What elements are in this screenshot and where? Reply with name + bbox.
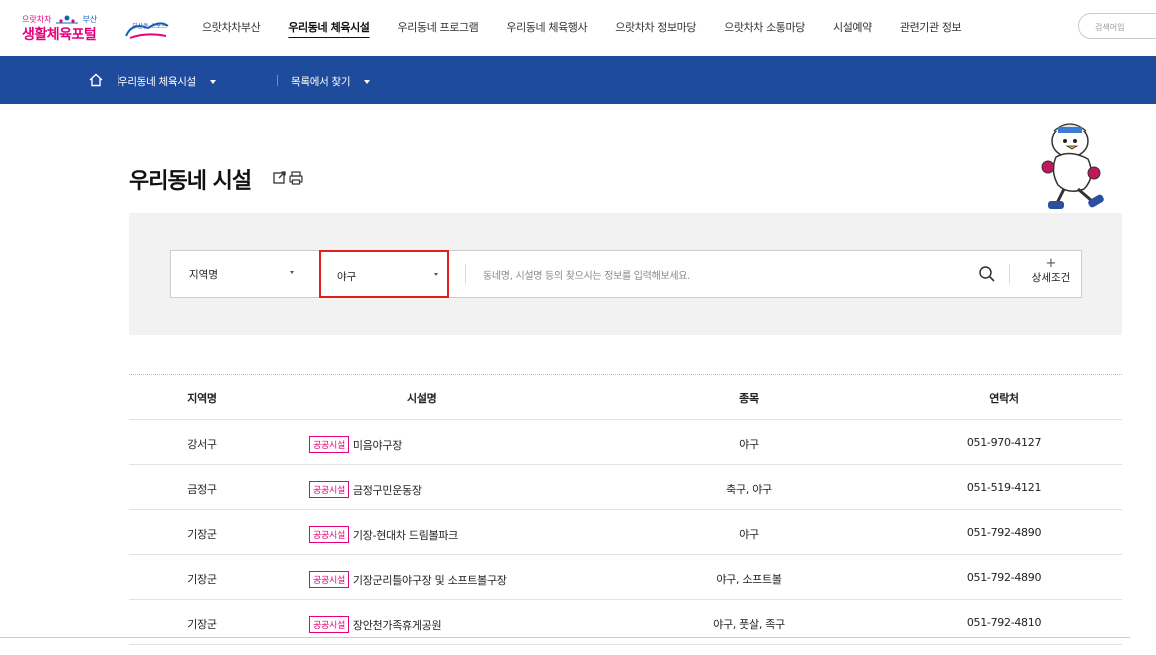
facility-name[interactable]: 미음야구장 <box>353 439 402 452</box>
facility-type-badge: 공공시설 <box>309 526 349 543</box>
cell-sport: 야구, 소프트볼 <box>716 573 782 586</box>
breadcrumb-level1[interactable]: 우리동네 체육시설 <box>118 74 216 89</box>
home-icon[interactable] <box>88 72 104 88</box>
cell-sport: 야구 <box>739 528 759 541</box>
table-row[interactable]: 강서구 공공시설 미음야구장 야구 051-970-4127 <box>129 420 1122 465</box>
facility-type-badge: 공공시설 <box>309 436 349 453</box>
nav-item[interactable]: 으랏차차 정보마당 <box>615 19 696 39</box>
breadcrumb-level1-label: 우리동네 체육시설 <box>118 76 196 88</box>
results-table: 지역명 시설명 종목 연락처 강서구 공공시설 미음야구장 야구 051-970-… <box>129 374 1122 645</box>
site-logo[interactable]: 으랏차차 부산 생활체육포털 부산은 스포츠 <box>22 14 172 44</box>
logo-figures-icon <box>56 15 78 24</box>
facility-type-badge: 공공시설 <box>309 616 349 633</box>
cell-facility[interactable]: 공공시설 기장-현대차 드림볼파크 <box>309 526 458 543</box>
table-row[interactable]: 기장군 공공시설 기장군리틀야구장 및 소프트볼구장 야구, 소프트볼 051-7… <box>129 555 1122 600</box>
cell-region: 기장군 <box>187 618 217 631</box>
divider <box>1009 264 1010 284</box>
cell-phone: 051-519-4121 <box>966 481 1042 494</box>
keyword-input[interactable]: 동네명, 시설명 등의 찾으시는 정보를 입력해보세요. <box>483 267 690 282</box>
search-bar: 지역명 야구 동네명, 시설명 등의 찾으시는 정보를 입력해보세요. + 상세… <box>170 250 1082 298</box>
table-row[interactable]: 기장군 공공시설 장안천가족휴게공원 야구, 풋살, 족구 051-792-481… <box>129 600 1122 645</box>
advanced-filter-button[interactable]: + 상세조건 <box>1026 256 1076 285</box>
divider <box>0 637 1130 638</box>
cell-phone: 051-792-4810 <box>966 616 1042 629</box>
divider <box>465 264 466 284</box>
cell-region: 기장군 <box>187 573 217 586</box>
svg-text:부산은 스포츠: 부산은 스포츠 <box>132 22 167 30</box>
sport-select-value: 야구 <box>337 271 357 283</box>
cell-phone: 051-792-4890 <box>966 526 1042 539</box>
cell-facility[interactable]: 공공시설 금정구민운동장 <box>309 481 422 498</box>
nav-item[interactable]: 시설예약 <box>833 19 872 39</box>
top-header: 으랏차차 부산 생활체육포털 부산은 스포츠 으랏차차부산 우리동네 체육시설 … <box>0 0 1156 56</box>
breadcrumb-level2-label: 목록에서 찾기 <box>291 76 351 88</box>
external-link-icon[interactable] <box>273 171 286 184</box>
search-icon[interactable] <box>978 265 996 283</box>
column-header: 시설명 <box>407 392 437 405</box>
cell-facility[interactable]: 공공시설 미음야구장 <box>309 436 402 453</box>
cell-facility[interactable]: 공공시설 장안천가족휴게공원 <box>309 616 442 633</box>
nav-item[interactable]: 으랏차차 소통마당 <box>724 19 805 39</box>
print-icon[interactable] <box>289 171 303 185</box>
region-select-label: 지역명 <box>189 269 218 281</box>
cell-region: 강서구 <box>187 438 217 451</box>
table-row[interactable]: 기장군 공공시설 기장-현대차 드림볼파크 야구 051-792-4890 <box>129 510 1122 555</box>
facility-name[interactable]: 기장군리틀야구장 및 소프트볼구장 <box>353 574 507 587</box>
column-header: 연락처 <box>989 392 1019 405</box>
mascot-image <box>1041 123 1104 209</box>
chevron-down-icon <box>364 80 371 84</box>
column-header: 종목 <box>739 392 759 405</box>
breadcrumb: 우리동네 체육시설 목록에서 찾기 <box>0 56 1156 104</box>
search-panel: 지역명 야구 동네명, 시설명 등의 찾으시는 정보를 입력해보세요. + 상세… <box>129 213 1122 335</box>
logo-title: 생활체육포털 <box>22 27 97 43</box>
cell-phone: 051-970-4127 <box>966 436 1042 449</box>
cell-region: 기장군 <box>187 528 217 541</box>
region-select[interactable]: 지역명 <box>189 251 319 297</box>
page-title: 우리동네 시설 <box>129 169 252 194</box>
header-search-input[interactable]: 검색어입 <box>1078 13 1156 39</box>
plus-icon: + <box>1045 256 1057 271</box>
facility-name[interactable]: 장안천가족휴게공원 <box>353 619 442 632</box>
column-header: 지역명 <box>187 392 217 405</box>
cell-sport: 축구, 야구 <box>726 483 772 496</box>
facility-type-badge: 공공시설 <box>309 571 349 588</box>
main-nav: 으랏차차부산 우리동네 체육시설 우리동네 프로그램 우리동네 체육행사 으랏차… <box>202 19 989 39</box>
cell-phone: 051-792-4890 <box>966 571 1042 584</box>
cell-region: 금정구 <box>187 483 217 496</box>
facility-name[interactable]: 기장-현대차 드림볼파크 <box>353 529 458 542</box>
advanced-filter-label: 상세조건 <box>1031 272 1071 284</box>
cell-sport: 야구 <box>739 438 759 451</box>
cell-facility[interactable]: 공공시설 기장군리틀야구장 및 소프트볼구장 <box>309 571 507 588</box>
logo-emblem: 부산은 스포츠 <box>125 22 169 39</box>
nav-item[interactable]: 우리동네 체육행사 <box>506 19 587 39</box>
nav-item[interactable]: 관련기관 정보 <box>900 19 962 39</box>
breadcrumb-level2[interactable]: 목록에서 찾기 <box>291 74 371 89</box>
nav-item[interactable]: 우리동네 프로그램 <box>398 19 479 39</box>
caret-down-icon <box>434 273 438 276</box>
chevron-down-icon <box>209 80 216 84</box>
caret-down-icon <box>290 271 294 274</box>
table-header-row: 지역명 시설명 종목 연락처 <box>129 375 1122 420</box>
table-row[interactable]: 금정구 공공시설 금정구민운동장 축구, 야구 051-519-4121 <box>129 465 1122 510</box>
title-tools <box>273 171 303 185</box>
facility-type-badge: 공공시설 <box>309 481 349 498</box>
cell-sport: 야구, 풋살, 족구 <box>713 618 785 631</box>
nav-item-active[interactable]: 우리동네 체육시설 <box>288 19 370 39</box>
breadcrumb-divider <box>277 75 278 86</box>
facility-name[interactable]: 금정구민운동장 <box>353 484 422 497</box>
sport-select[interactable]: 야구 <box>319 250 449 298</box>
nav-item[interactable]: 으랏차차부산 <box>202 19 261 39</box>
